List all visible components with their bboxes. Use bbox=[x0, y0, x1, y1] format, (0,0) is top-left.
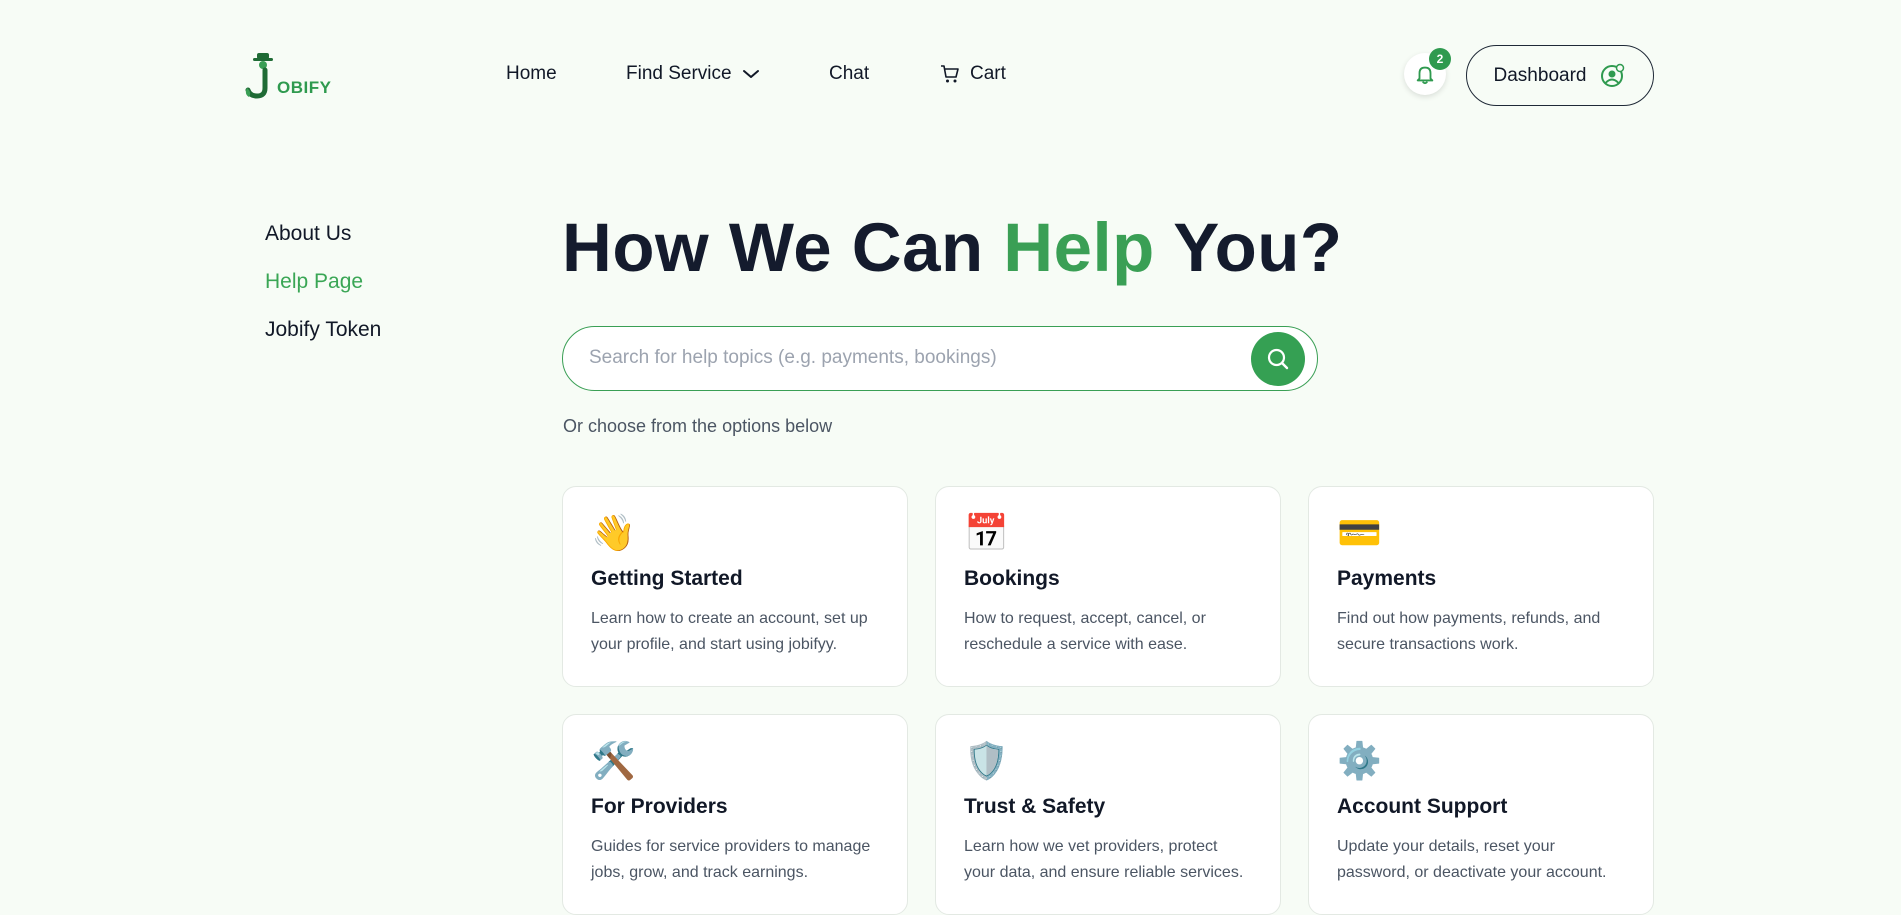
shield-icon: 🛡️ bbox=[964, 740, 1009, 781]
card-description: Learn how to create an account, set up y… bbox=[591, 610, 868, 653]
tools-icon: 🛠️ bbox=[591, 740, 636, 781]
chevron-down-icon bbox=[742, 70, 759, 78]
options-hint: Or choose from the options below bbox=[563, 416, 833, 436]
nav-find-service-label: Find Service bbox=[626, 63, 732, 84]
title-part-1: How We Can bbox=[562, 209, 1004, 286]
help-search-bar bbox=[562, 326, 1318, 391]
jobify-logo[interactable]: OBIFY bbox=[243, 50, 333, 100]
header: OBIFY Home Find Service Chat Cart 2 Dash… bbox=[0, 0, 1901, 150]
card-title: Getting Started bbox=[591, 567, 743, 590]
nav-cart[interactable]: Cart bbox=[940, 63, 1006, 85]
page-title: How We Can Help You? bbox=[562, 208, 1343, 287]
card-title: Account Support bbox=[1337, 795, 1508, 818]
card-title: Bookings bbox=[964, 567, 1060, 590]
title-accent: Help bbox=[1003, 209, 1155, 286]
credit-card-icon: 💳 bbox=[1337, 512, 1382, 553]
nav-cart-label: Cart bbox=[970, 63, 1006, 84]
card-description: Find out how payments, refunds, and secu… bbox=[1337, 610, 1601, 653]
cart-icon bbox=[941, 65, 959, 83]
nav-find-service[interactable]: Find Service bbox=[626, 63, 760, 85]
nav-home[interactable]: Home bbox=[506, 63, 557, 85]
sidebar-item-about-us[interactable]: About Us bbox=[265, 222, 381, 246]
card-description: Learn how we vet providers, protect your… bbox=[964, 838, 1244, 881]
title-part-2: You? bbox=[1154, 209, 1343, 286]
nav-chat[interactable]: Chat bbox=[829, 63, 869, 85]
card-title: Payments bbox=[1337, 567, 1437, 590]
sidebar-item-help-page[interactable]: Help Page bbox=[265, 270, 381, 294]
sidebar-item-jobify-token[interactable]: Jobify Token bbox=[265, 318, 381, 342]
dashboard-button[interactable]: Dashboard bbox=[1466, 45, 1654, 106]
card-title: Trust & Safety bbox=[964, 795, 1106, 818]
card-description: Update your details, reset your password… bbox=[1337, 838, 1607, 881]
search-button[interactable] bbox=[1251, 332, 1305, 386]
logo-text: OBIFY bbox=[277, 78, 332, 97]
search-icon bbox=[1267, 348, 1289, 370]
calendar-icon: 📅 bbox=[964, 512, 1009, 553]
nav-chat-label: Chat bbox=[829, 63, 870, 84]
waving-hand-icon: 👋 bbox=[591, 512, 636, 553]
gear-icon: ⚙️ bbox=[1337, 740, 1382, 781]
help-card-getting-started[interactable]: 👋 Getting Started Learn how to create an… bbox=[562, 486, 908, 687]
help-card-bookings[interactable]: 📅 Bookings How to request, accept, cance… bbox=[935, 486, 1281, 687]
user-circle-icon bbox=[1601, 63, 1625, 87]
help-search-input[interactable] bbox=[589, 327, 1229, 389]
card-description: Guides for service providers to manage j… bbox=[591, 838, 871, 881]
card-description: How to request, accept, cancel, or resch… bbox=[964, 610, 1206, 653]
nav-home-label: Home bbox=[506, 63, 557, 84]
logo-mark-icon bbox=[245, 53, 273, 99]
card-title: For Providers bbox=[591, 795, 728, 818]
sidebar: About Us Help Page Jobify Token bbox=[265, 222, 381, 366]
dashboard-label: Dashboard bbox=[1493, 64, 1587, 86]
help-card-payments[interactable]: 💳 Payments Find out how payments, refund… bbox=[1308, 486, 1654, 687]
notification-badge: 2 bbox=[1429, 48, 1451, 70]
